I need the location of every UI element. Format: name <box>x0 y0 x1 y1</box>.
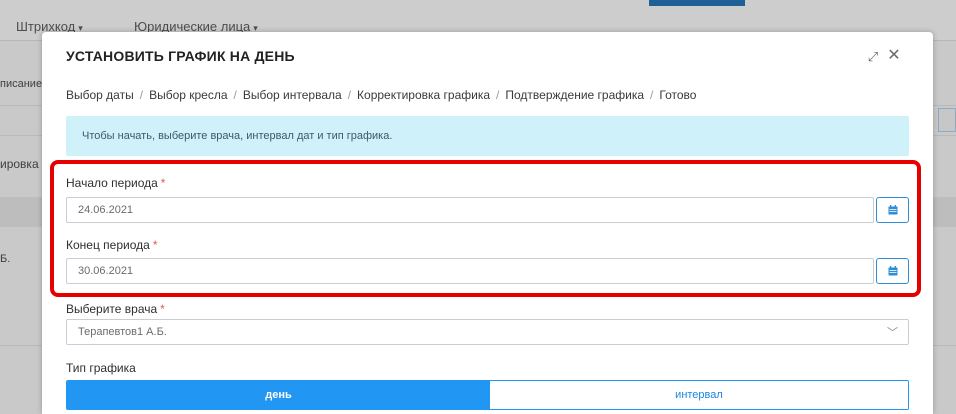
breadcrumb-separator: / <box>233 88 237 102</box>
info-alert-text: Чтобы начать, выберите врача, интервал д… <box>82 130 393 142</box>
required-mark: * <box>160 176 166 190</box>
start-date-label: Начало периода * <box>66 176 166 190</box>
schedule-type-label: Тип графика <box>66 361 136 375</box>
set-day-schedule-modal: УСТАНОВИТЬ ГРАФИК НА ДЕНЬ ⤢ ✕ Выбор даты… <box>42 32 933 414</box>
breadcrumb-step-date: Выбор даты <box>66 88 134 102</box>
info-alert: Чтобы начать, выберите врача, интервал д… <box>66 116 909 156</box>
breadcrumb-separator: / <box>347 88 352 102</box>
wizard-breadcrumb: Выбор даты / Выбор кресла / Выбор интервала /… <box>66 88 696 102</box>
chevron-down-icon: ﹀ <box>887 327 898 339</box>
start-date-value: 24.06.2021 <box>78 204 134 216</box>
end-date-label: Конец периода * <box>66 238 158 252</box>
breadcrumb-step-chair: Выбор кресла <box>149 88 228 102</box>
breadcrumb-separator: / <box>139 88 144 102</box>
end-date-input[interactable]: 30.06.2021 <box>66 258 874 284</box>
background-active-tab-indicator <box>649 0 745 6</box>
doctor-select[interactable]: Терапевтов1 А.Б. ﹀ <box>66 319 909 345</box>
schedule-type-day-button[interactable]: день <box>67 381 490 409</box>
modal-title: УСТАНОВИТЬ ГРАФИК НА ДЕНЬ <box>66 48 295 64</box>
schedule-type-interval-button[interactable]: интервал <box>490 381 908 409</box>
background-label-correction: ировка <box>0 157 39 171</box>
end-date-calendar-button[interactable] <box>876 258 909 284</box>
doctor-label: Выберите врача * <box>66 302 165 316</box>
calendar-icon <box>888 266 897 276</box>
required-mark: * <box>152 238 158 252</box>
breadcrumb-step-confirmation: Подтверждение графика <box>505 88 645 102</box>
doctor-select-value: Терапевтов1 А.Б. <box>78 326 167 338</box>
background-control <box>938 108 956 132</box>
breadcrumb-step-correction: Корректировка графика <box>357 88 491 102</box>
start-date-calendar-button[interactable] <box>876 197 909 223</box>
close-icon[interactable]: ✕ <box>887 47 901 64</box>
schedule-type-toggle: день интервал <box>66 380 909 410</box>
end-date-value: 30.06.2021 <box>78 265 134 277</box>
expand-icon[interactable]: ⤢ <box>866 49 880 64</box>
breadcrumb-separator: / <box>650 88 654 102</box>
breadcrumb-separator: / <box>496 88 500 102</box>
calendar-icon <box>888 205 897 215</box>
required-mark: * <box>160 302 165 316</box>
background-label-schedule: писание <box>0 78 43 90</box>
breadcrumb-step-done: Готово <box>659 88 697 102</box>
background-label-initials: Б. <box>0 253 11 265</box>
breadcrumb-step-interval: Выбор интервала <box>242 88 342 102</box>
start-date-input[interactable]: 24.06.2021 <box>66 197 874 223</box>
